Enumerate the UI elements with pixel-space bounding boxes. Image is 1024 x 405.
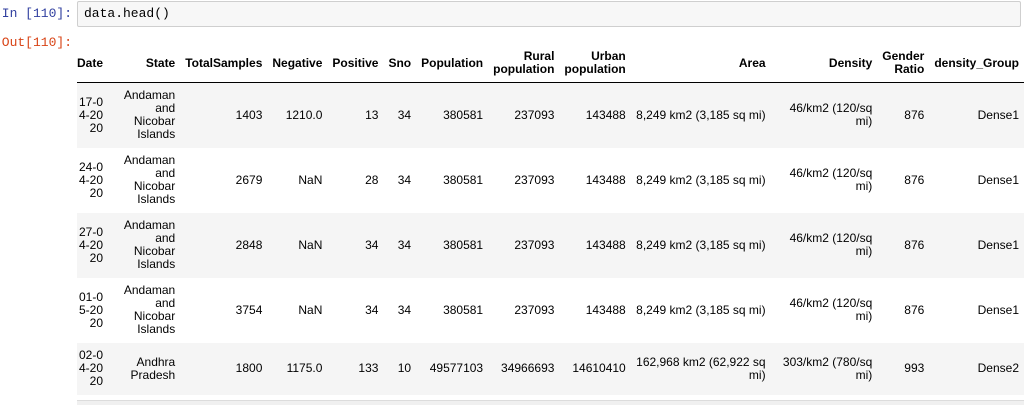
cell-sno: 34	[397, 237, 412, 252]
cell-totalsamples: 2679	[235, 172, 263, 187]
dataframe-table: Date State TotalSamples Negative Positiv…	[77, 44, 1024, 395]
column-header-rural-population: Rural population	[488, 44, 560, 83]
column-header-date: Date	[77, 44, 109, 83]
cell-urban-population: 14610410	[572, 361, 626, 375]
column-header-negative: Negative	[267, 44, 328, 83]
cell-gender-ratio: 876	[904, 302, 925, 317]
cell-rural-population: 34966693	[501, 361, 555, 375]
cell-area: 8,249 km2 (3,185 sq mi)	[636, 302, 766, 317]
cell-urban-population: 143488	[585, 302, 626, 317]
cell-negative: 1175.0	[286, 361, 323, 375]
cell-positive: 28	[365, 172, 379, 187]
cell-state: Andhra Pradesh	[130, 354, 176, 382]
cell-density: 303/km2 (780/sq mi)	[782, 354, 873, 382]
column-header-totalsamples: TotalSamples	[180, 44, 268, 83]
input-prompt: In [110]:	[1, 6, 72, 21]
cell-date: 17-04-2020	[78, 94, 104, 135]
cell-positive: 34	[365, 302, 379, 317]
cell-area: 162,968 km2 (62,922 sq mi)	[636, 354, 766, 382]
table-body: 17-04-2020 Andaman and Nicobar Islands 1…	[77, 82, 1024, 395]
cell-urban-population: 143488	[585, 237, 626, 252]
column-header-population: Population	[416, 44, 489, 83]
cell-density-group: Dense1	[977, 237, 1019, 252]
output-area: Date State TotalSamples Negative Positiv…	[77, 44, 1024, 404]
cell-gender-ratio: 876	[904, 172, 925, 187]
cell-negative: NaN	[298, 172, 323, 187]
cell-density: 46/km2 (120/sq mi)	[789, 101, 873, 129]
cell-rural-population: 237093	[514, 107, 555, 122]
cell-negative: 1210.0	[285, 107, 323, 122]
column-header-area: Area	[630, 44, 771, 83]
cell-sno: 34	[397, 172, 412, 187]
cell-area: 8,249 km2 (3,185 sq mi)	[636, 237, 766, 252]
cell-urban-population: 143488	[585, 172, 626, 187]
cell-population: 49577103	[429, 361, 484, 375]
cell-positive: 34	[365, 237, 379, 252]
cell-density: 46/km2 (120/sq mi)	[789, 231, 873, 258]
code-text: data.head()	[84, 6, 170, 21]
cell-date: 02-04-2020	[78, 348, 104, 388]
cell-negative: NaN	[298, 237, 323, 252]
cell-population: 380581	[443, 302, 484, 317]
table-row: 27-04-2020 Andaman and Nicobar Islands 2…	[77, 212, 1024, 278]
table-row: 24-04-2020 Andaman and Nicobar Islands 2…	[77, 147, 1024, 213]
cell-state: Andaman and Nicobar Islands	[123, 283, 176, 336]
column-header-positive: Positive	[327, 44, 384, 83]
cell-density-group: Dense1	[977, 172, 1019, 187]
output-prompt: Out[110]:	[1, 35, 72, 50]
cell-state: Andaman and Nicobar Islands	[123, 218, 176, 271]
cell-state: Andaman and Nicobar Islands	[123, 88, 176, 142]
column-header-sno: Sno	[383, 44, 417, 83]
cell-population: 380581	[443, 172, 484, 187]
cell-totalsamples: 3754	[235, 302, 263, 317]
cell-gender-ratio: 993	[904, 361, 925, 375]
cell-sno: 10	[397, 361, 412, 375]
code-cell-editor[interactable]: data.head()	[77, 1, 1021, 27]
cell-rural-population: 237093	[514, 237, 555, 252]
cell-density-group: Dense1	[977, 302, 1019, 317]
cell-area: 8,249 km2 (3,185 sq mi)	[636, 172, 766, 187]
cell-totalsamples: 2848	[235, 237, 263, 252]
cell-rural-population: 237093	[514, 302, 555, 317]
cell-density: 46/km2 (120/sq mi)	[789, 166, 873, 193]
cell-positive: 133	[358, 361, 379, 375]
cell-date: 27-04-2020	[78, 224, 104, 265]
cell-sno: 34	[397, 107, 412, 122]
column-header-gender-ratio: Gender Ratio	[877, 44, 930, 83]
cell-state: Andaman and Nicobar Islands	[123, 153, 176, 206]
column-header-density: Density	[770, 44, 878, 83]
cell-gender-ratio: 876	[904, 107, 925, 122]
table-row: 17-04-2020 Andaman and Nicobar Islands 1…	[77, 82, 1024, 148]
horizontal-scrollbar[interactable]	[77, 400, 1024, 405]
cell-area: 8,249 km2 (3,185 sq mi)	[636, 107, 766, 122]
table-row: 01-05-2020 Andaman and Nicobar Islands 3…	[77, 277, 1024, 343]
cell-population: 380581	[443, 237, 484, 252]
cell-sno: 34	[397, 302, 412, 317]
cell-rural-population: 237093	[514, 172, 555, 187]
column-header-state: State	[108, 44, 181, 83]
cell-population: 380581	[443, 107, 484, 122]
column-header-urban-population: Urban population	[559, 44, 631, 83]
cell-density: 46/km2 (120/sq mi)	[789, 296, 873, 323]
cell-date: 01-05-2020	[78, 289, 104, 330]
cell-urban-population: 143488	[585, 107, 626, 122]
cell-density-group: Dense1	[977, 107, 1019, 122]
column-header-density-group: density_Group	[929, 44, 1024, 83]
cell-date: 24-04-2020	[78, 159, 104, 200]
cell-gender-ratio: 876	[904, 237, 925, 252]
cell-density-group: Dense2	[977, 361, 1019, 375]
cell-positive: 13	[365, 107, 379, 122]
cell-negative: NaN	[298, 302, 323, 317]
table-row: 02-04-2020 Andhra Pradesh 1800 1175.0 13…	[77, 342, 1024, 395]
table-header: Date State TotalSamples Negative Positiv…	[77, 44, 1024, 83]
cell-totalsamples: 1800	[235, 361, 263, 375]
cell-totalsamples: 1403	[235, 107, 263, 122]
